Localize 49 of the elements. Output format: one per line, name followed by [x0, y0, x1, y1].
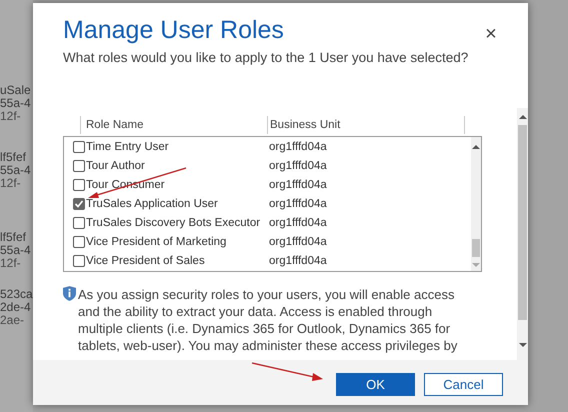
- business-unit: org1fffd04a: [269, 216, 327, 230]
- role-name: Vice President of Sales: [86, 254, 205, 268]
- role-name: Tour Author: [86, 158, 145, 172]
- background-text: 523ca: [0, 288, 33, 301]
- background-text: 12f-: [0, 257, 21, 270]
- role-checkbox[interactable]: [73, 236, 85, 248]
- business-unit: org1fffd04a: [269, 140, 327, 154]
- business-unit: org1fffd04a: [269, 196, 327, 210]
- background-text: lf5fef: [0, 151, 26, 164]
- scrollbar-thumb[interactable]: [518, 125, 527, 320]
- column-header[interactable]: Business Unit: [268, 116, 465, 134]
- column-header[interactable]: Role Name: [81, 116, 268, 134]
- background-text: 55a-4: [0, 244, 31, 257]
- business-unit: org1fffd04a: [269, 234, 327, 248]
- dialog-title: Manage User Roles: [63, 15, 284, 46]
- background-text: lf5fef: [0, 231, 26, 244]
- background-text: 55a-4: [0, 164, 31, 177]
- scroll-up-icon[interactable]: [519, 115, 527, 119]
- background-text: 55a-4: [0, 97, 31, 110]
- background-text: 12f-: [0, 110, 21, 123]
- annotation-arrow: [252, 362, 323, 381]
- scroll-up-icon[interactable]: [472, 145, 480, 149]
- cancel-button[interactable]: Cancel: [424, 373, 503, 396]
- security-info-text: As you assign security roles to your users, you will enable access and the ability to extract your data. Access is enabled through multiple clients (i.e. Dynamics 365 for Outlook, Dynamics 365 for tablets, web-user). You may administer these access privileges by: [78, 286, 458, 354]
- dialog-scrollbar[interactable]: [517, 108, 528, 360]
- shield-info-icon: [63, 286, 76, 301]
- close-button[interactable]: ×: [482, 23, 500, 45]
- dialog-subtitle: What roles would you like to apply to the 1 User you have selected?: [63, 49, 468, 67]
- role-checkbox[interactable]: [73, 178, 85, 190]
- role-name: TruSales Discovery Bots Executor: [86, 216, 260, 230]
- role-name: TruSales Application User: [86, 196, 218, 210]
- business-unit: org1fffd04a: [269, 178, 327, 192]
- role-name: Vice President of Marketing: [86, 234, 226, 248]
- background-text: 2de-4: [0, 301, 31, 314]
- scrollbar-thumb[interactable]: [472, 239, 480, 257]
- ok-button[interactable]: OK: [336, 373, 415, 396]
- scroll-down-icon[interactable]: [519, 343, 527, 347]
- role-checkbox[interactable]: [73, 254, 85, 266]
- business-unit: org1fffd04a: [269, 254, 327, 268]
- background-text: 12f-: [0, 177, 21, 190]
- role-checkbox[interactable]: [73, 198, 85, 210]
- role-checkbox[interactable]: [73, 160, 85, 172]
- list-scrollbar[interactable]: [471, 137, 481, 271]
- role-checkbox[interactable]: [73, 216, 85, 228]
- role-name: Time Entry User: [86, 140, 169, 154]
- background-text: uSale: [0, 84, 31, 97]
- role-checkbox[interactable]: [73, 140, 85, 152]
- background-text: 2ae-: [0, 314, 24, 327]
- business-unit: org1fffd04a: [269, 158, 327, 172]
